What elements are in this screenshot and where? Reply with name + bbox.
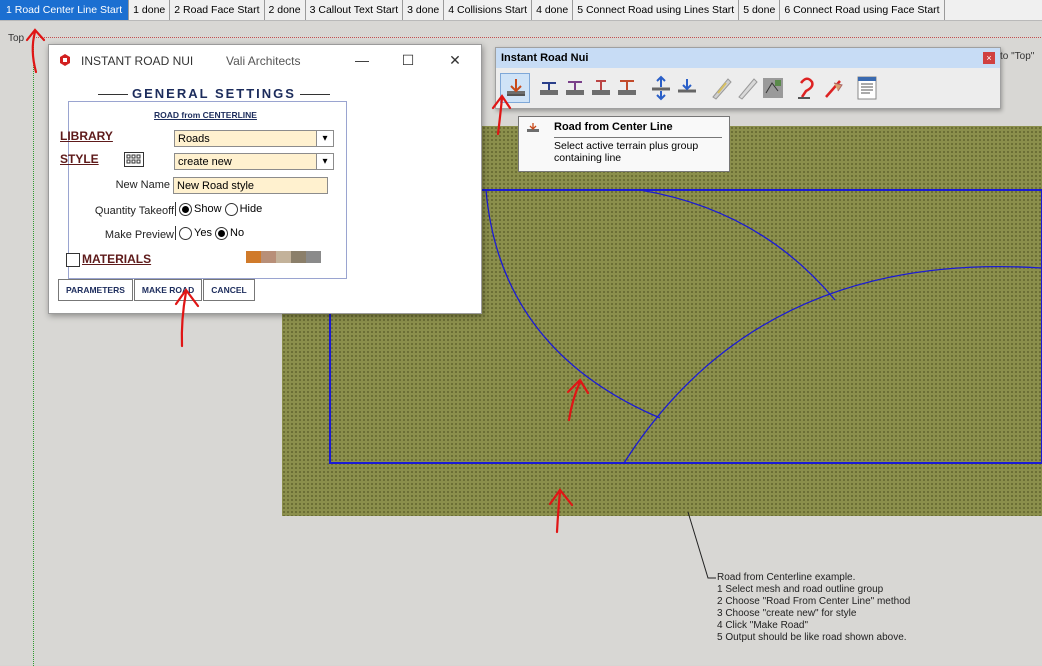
- new-name-input[interactable]: New Road style: [173, 177, 328, 194]
- tooltip-body: Select active terrain plus group contain…: [554, 140, 699, 164]
- note-line: Road from Centerline example.: [717, 572, 856, 583]
- make-road-button[interactable]: MAKE ROAD: [133, 279, 203, 301]
- library-select[interactable]: Roads ▾: [174, 130, 334, 147]
- material-swatch[interactable]: [306, 251, 321, 263]
- show-radio[interactable]: [179, 202, 192, 216]
- collisions-icon[interactable]: [758, 73, 788, 103]
- quantity-takeoff-label: Quantity Takeoff: [94, 205, 174, 217]
- note-line: 2 Choose "Road From Center Line" method: [717, 596, 911, 607]
- divider: [175, 226, 176, 240]
- toolbar-titlebar[interactable]: Instant Road Nui ×: [496, 48, 1000, 68]
- to-top-label: to "Top": [1000, 51, 1035, 62]
- sketchup-logo-icon: [60, 54, 70, 66]
- style-label[interactable]: STYLE: [60, 152, 99, 166]
- make-preview-label: Make Preview: [104, 229, 174, 241]
- tooltip: Road from Center Line Select active terr…: [518, 116, 730, 172]
- quantity-takeoff-options: Show Hide: [175, 202, 262, 216]
- no-radio[interactable]: [215, 226, 229, 240]
- no-label: No: [230, 226, 245, 239]
- note-line: 4 Click "Make Road": [717, 620, 809, 631]
- material-swatch[interactable]: [276, 251, 291, 263]
- show-label: Show: [194, 202, 222, 215]
- material-swatch[interactable]: [261, 251, 276, 263]
- general-settings-heading: GENERAL SETTINGS: [58, 86, 370, 101]
- style-value: create new: [178, 156, 232, 168]
- new-name-label: New Name: [115, 179, 170, 191]
- material-swatch[interactable]: [246, 251, 261, 263]
- lower-terrain-icon[interactable]: [672, 73, 702, 103]
- toolbar-title: Instant Road Nui: [501, 52, 589, 64]
- style-grid-icon[interactable]: [124, 152, 144, 167]
- centerline-arc-3: [639, 189, 836, 301]
- minimize-button[interactable]: —: [349, 50, 375, 70]
- maximize-button[interactable]: ☐: [395, 50, 421, 70]
- dialog-titlebar[interactable]: INSTANT ROAD NUI Vali Architects — ☐ ✕: [49, 45, 481, 77]
- materials-label[interactable]: MATERIALS: [82, 252, 151, 266]
- note-line: 5 Output should be like road shown above…: [717, 632, 907, 643]
- dialog-buttons: PARAMETERS MAKE ROAD CANCEL: [58, 279, 256, 301]
- properties-icon[interactable]: [852, 73, 882, 103]
- parameters-button[interactable]: PARAMETERS: [58, 279, 133, 301]
- centerline-arc-2: [623, 265, 1042, 464]
- style-select[interactable]: create new ▾: [174, 153, 334, 170]
- material-swatch[interactable]: [291, 251, 306, 263]
- hide-label: Hide: [239, 202, 263, 215]
- road-sign2-icon[interactable]: [818, 73, 848, 103]
- note-line: 1 Select mesh and road outline group: [717, 584, 884, 595]
- dialog-title: INSTANT ROAD NUI: [81, 54, 194, 68]
- tooltip-title: Road from Center Line: [554, 121, 673, 133]
- instruction-note: Road from Centerline example. 1 Select m…: [717, 572, 910, 644]
- cancel-button[interactable]: CANCEL: [203, 279, 255, 301]
- road-from-center-line-icon[interactable]: [500, 73, 530, 103]
- road-from-center-line-icon: [527, 123, 539, 132]
- hide-radio[interactable]: [224, 202, 238, 216]
- instant-road-toolbar: Instant Road Nui ×: [495, 47, 1001, 109]
- library-value: Roads: [178, 133, 210, 145]
- material-swatches[interactable]: [246, 251, 321, 263]
- make-preview-options: Yes No: [175, 226, 244, 240]
- yes-radio[interactable]: [179, 226, 192, 240]
- chevron-down-icon[interactable]: ▾: [316, 131, 333, 146]
- settings-panel: GENERAL SETTINGS ROAD from CENTERLINE LI…: [58, 83, 374, 279]
- centerline-arc-1: [485, 189, 661, 419]
- dialog-subtitle: Vali Architects: [226, 54, 301, 68]
- road-from-centerline-heading: ROAD from CENTERLINE: [154, 110, 257, 120]
- tooltip-divider: [554, 137, 722, 138]
- close-button[interactable]: ✕: [442, 50, 468, 70]
- instant-road-dialog: INSTANT ROAD NUI Vali Architects — ☐ ✕ G…: [48, 44, 482, 314]
- divider: [175, 202, 176, 216]
- library-label[interactable]: LIBRARY: [60, 129, 113, 143]
- road-edit2-icon[interactable]: [612, 73, 642, 103]
- yes-label: Yes: [194, 226, 212, 239]
- materials-checkbox[interactable]: [66, 253, 80, 267]
- toolbar-close-icon[interactable]: ×: [983, 52, 995, 64]
- note-line: 3 Choose "create new" for style: [717, 608, 857, 619]
- chevron-down-icon[interactable]: ▾: [316, 154, 333, 169]
